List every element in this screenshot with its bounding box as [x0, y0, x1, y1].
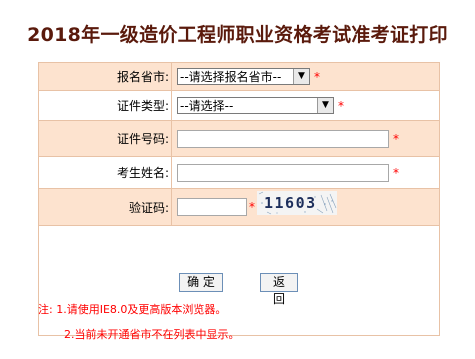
id-type-row: 证件类型: --请选择-- ▼ *	[38, 90, 440, 121]
captcha-input[interactable]	[177, 198, 247, 216]
admission-form: 报名省市: --请选择报名省市-- ▼ * 证件类型: --请选择-- ▼ * …	[38, 62, 440, 341]
captcha-row: 验证码: * 11603	[38, 188, 440, 226]
chevron-down-icon[interactable]: ▼	[293, 69, 309, 84]
province-select[interactable]: --请选择报名省市-- ▼	[177, 68, 310, 85]
required-marker: *	[249, 200, 255, 214]
note-line-2: 2.当前未开通省市不在列表中显示。	[64, 328, 240, 341]
captcha-label: 验证码:	[38, 188, 172, 226]
id-type-select[interactable]: --请选择-- ▼	[177, 97, 334, 114]
id-type-select-value: --请选择--	[180, 99, 234, 113]
back-button[interactable]: 返 回	[260, 273, 298, 306]
id-number-input[interactable]	[177, 129, 389, 148]
id-number-label: 证件号码:	[38, 120, 172, 157]
confirm-button[interactable]: 确 定	[179, 273, 223, 292]
province-label: 报名省市:	[38, 62, 172, 91]
required-marker: *	[393, 165, 399, 180]
captcha-text: 11603	[264, 194, 317, 212]
required-marker: *	[314, 69, 320, 84]
name-label: 考生姓名:	[38, 156, 172, 189]
actions-row: 确 定 返 回 注: 1.请使用IE8.0及更高版本浏览器。 2.当前未开通省市…	[38, 225, 440, 341]
province-select-value: --请选择报名省市--	[180, 70, 282, 84]
captcha-image[interactable]: 11603	[257, 191, 337, 215]
name-input[interactable]	[177, 163, 389, 182]
id-number-row: 证件号码: *	[38, 120, 440, 157]
page-title: 2018年一级造价工程师职业资格考试准考证打印	[27, 24, 448, 46]
province-row: 报名省市: --请选择报名省市-- ▼ *	[38, 62, 440, 91]
required-marker: *	[393, 131, 399, 146]
name-row: 考生姓名: *	[38, 156, 440, 189]
chevron-down-icon[interactable]: ▼	[317, 98, 333, 113]
required-marker: *	[338, 98, 344, 113]
note-line-1: 注: 1.请使用IE8.0及更高版本浏览器。	[38, 303, 227, 316]
id-type-label: 证件类型:	[38, 90, 172, 121]
